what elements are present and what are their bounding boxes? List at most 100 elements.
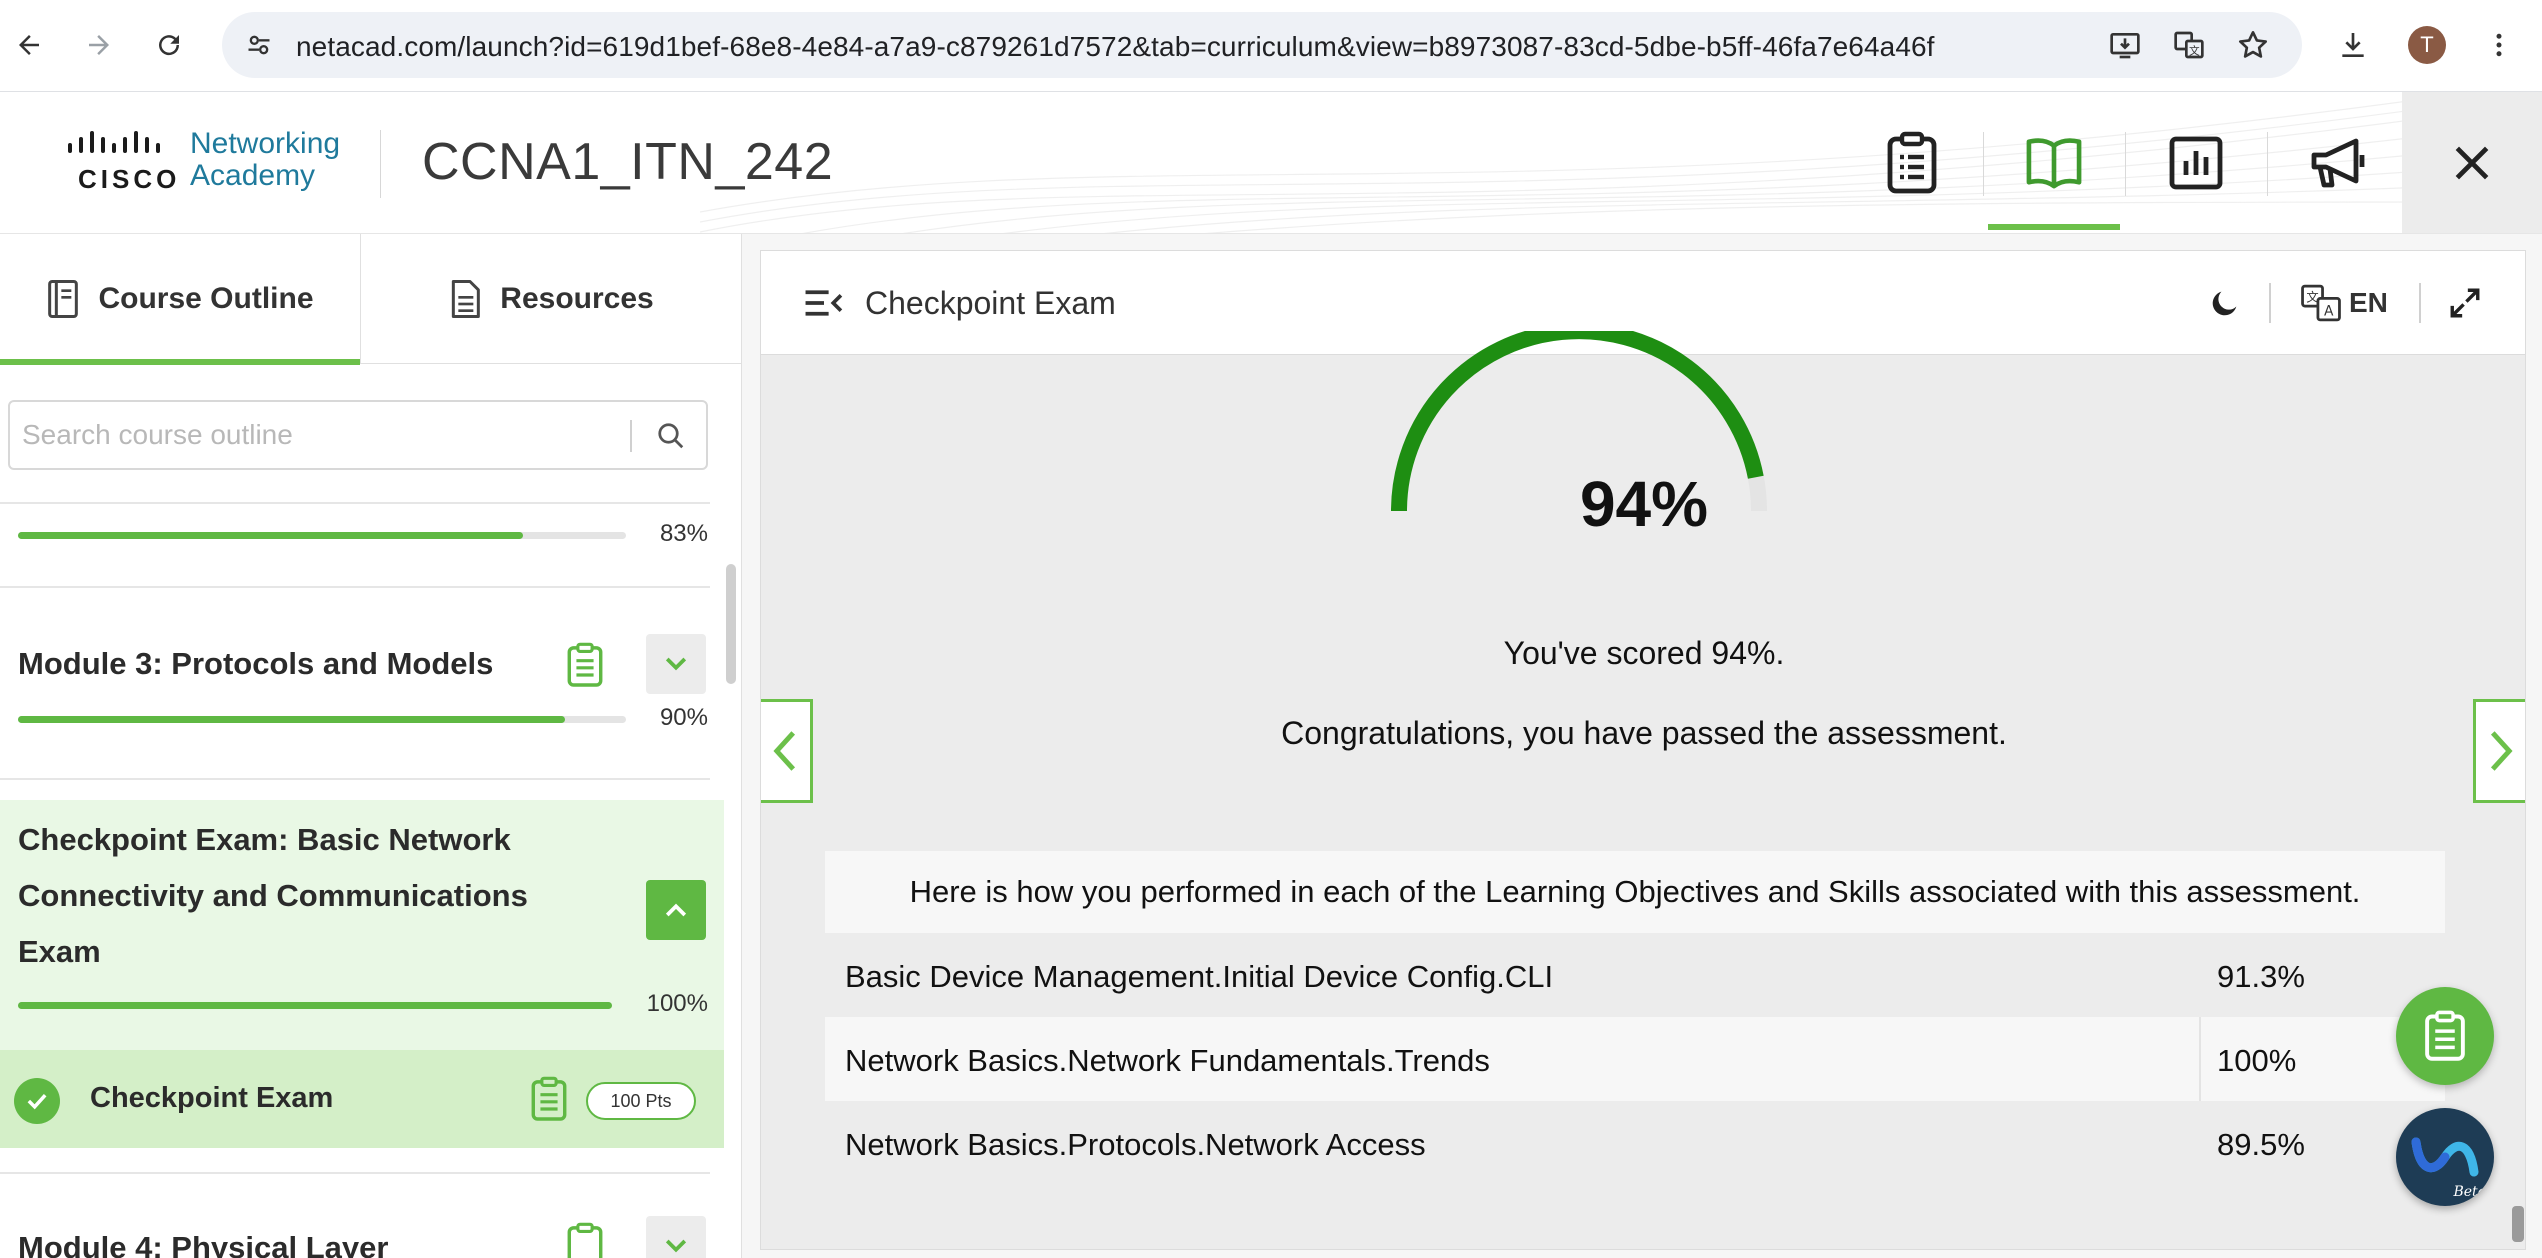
progress-fill [18,716,566,723]
expand-module-4-button[interactable] [646,1216,706,1258]
pass-message: Congratulations, you have passed the ass… [1281,715,2007,751]
networking-academy-logo[interactable]: CISCO Networking Academy [66,127,341,194]
module-3-progress: 90% [18,704,708,734]
checkpoint-exam-section: Checkpoint Exam: Basic Network Connectiv… [0,800,724,1050]
item-assessment-icon [524,1074,574,1124]
points-badge: 100 Pts [586,1082,696,1120]
floating-assessment-button[interactable] [2396,987,2494,1085]
site-info-icon[interactable] [240,26,278,64]
svg-text:文: 文 [2189,44,2200,57]
column-separator [2199,1017,2201,1101]
progress-track [18,716,626,723]
search-separator [630,420,632,452]
tab-label: Resources [500,282,654,315]
reload-icon [159,35,180,56]
webex-logo-icon [2411,1137,2479,1177]
tab-resources[interactable]: Resources [361,234,741,364]
divider [0,1172,710,1174]
chevron-left-icon [773,731,796,771]
completed-check-icon [14,1078,60,1124]
book-icon [2026,138,2082,189]
search-input[interactable] [22,412,622,458]
module-assessment-icon [560,1220,610,1258]
install-app-icon[interactable] [2104,24,2146,66]
divider [0,778,710,780]
module-title-4[interactable]: Module 4: Physical Layer [18,1230,388,1258]
chevron-up-icon [665,903,687,917]
previous-page-button[interactable] [761,699,813,803]
outline-search [8,400,708,470]
expand-module-3-button[interactable] [646,634,706,694]
course-content-button[interactable] [1984,92,2124,233]
logo-line-1: Networking [190,127,341,160]
progress-label: 100% [646,990,708,1017]
score-percentage: 94% [1579,468,1709,540]
checkpoint-exam-item[interactable]: Checkpoint Exam 100 Pts [0,1050,724,1148]
progress-label: 90% [659,704,708,731]
objective-score: 89.5% [2217,1127,2305,1162]
avatar: T [2408,26,2446,64]
progress-fill [18,1002,612,1009]
progress-track [18,1002,612,1009]
item-label: Checkpoint Exam [90,1082,334,1114]
score-message: You've scored 94%. [1503,635,1785,671]
close-course-button[interactable] [2402,92,2542,233]
browser-toolbar: netacad.com/launch?id=619d1bef-68e8-4e84… [0,0,2542,92]
chevron-down-icon [665,1239,687,1253]
module-2-progress: 83% [18,520,708,550]
forward-button[interactable] [70,16,128,74]
objective-name: Network Basics.Protocols.Network Access [845,1127,1426,1162]
beta-label: Beta [2453,1184,2486,1200]
course-outline-sidebar: Course Outline Resources 83% Module 3: P… [0,234,742,1258]
panel-header-mask [761,251,2525,355]
sidebar-scrollbar[interactable] [726,564,736,684]
checkpoint-section-title[interactable]: Checkpoint Exam: Basic Network Connectiv… [18,812,578,980]
objective-score: 100% [2217,1043,2297,1078]
profile-avatar[interactable]: T [2398,16,2456,74]
table-row: Network Basics.Protocols.Network Access … [825,1101,2445,1185]
exam-results-panel: Checkpoint Exam 文A EN 94% You've scored … [760,250,2526,1250]
search-icon [658,423,684,449]
back-button[interactable] [0,16,58,74]
chart-icon [2169,136,2223,190]
collapse-checkpoint-button[interactable] [646,880,706,940]
objective-name: Network Basics.Network Fundamentals.Tren… [845,1043,1490,1078]
download-button[interactable] [2324,16,2382,74]
assessments-button[interactable] [1842,92,1982,233]
browser-menu-button[interactable] [2470,16,2528,74]
objective-score: 91.3% [2217,959,2305,994]
table-row: Network Basics.Network Fundamentals.Tren… [825,1017,2445,1101]
search-button[interactable] [646,412,696,460]
megaphone-icon [2311,138,2365,188]
reload-button[interactable] [140,16,198,74]
download-icon [2342,33,2364,57]
clipboard-icon [2425,1010,2465,1061]
table-row: Basic Device Management.Initial Device C… [825,933,2445,1017]
tab-course-outline[interactable]: Course Outline [0,234,360,365]
chevron-down-icon [665,657,687,671]
chevron-right-icon [2490,731,2513,771]
webex-assistant-button[interactable]: Beta [2396,1108,2494,1206]
outline-document-icon [48,280,79,318]
logo-divider [380,130,381,198]
course-title: CCNA1_ITN_242 [422,133,834,191]
divider [0,586,710,588]
panel-scrollbar[interactable] [2512,1206,2524,1242]
cisco-wordmark: CISCO [78,164,181,194]
grades-button[interactable] [2126,92,2266,233]
forward-icon [89,35,109,55]
next-page-button[interactable] [2473,699,2525,803]
checkpoint-progress: 100% [18,990,708,1020]
bookmark-star-icon[interactable] [2232,24,2274,66]
progress-track [18,532,626,539]
app-header: CISCO Networking Academy CCNA1_ITN_242 [0,92,2542,234]
close-icon [2455,146,2489,180]
divider [0,502,710,504]
logo-line-2: Academy [190,159,316,192]
objective-name: Basic Device Management.Initial Device C… [845,959,1554,994]
module-title-3[interactable]: Module 3: Protocols and Models [18,646,493,682]
address-bar[interactable]: netacad.com/launch?id=619d1bef-68e8-4e84… [222,12,2302,78]
translate-icon[interactable]: 文 [2168,24,2210,66]
announcements-button[interactable] [2268,92,2408,233]
document-icon [452,280,481,318]
